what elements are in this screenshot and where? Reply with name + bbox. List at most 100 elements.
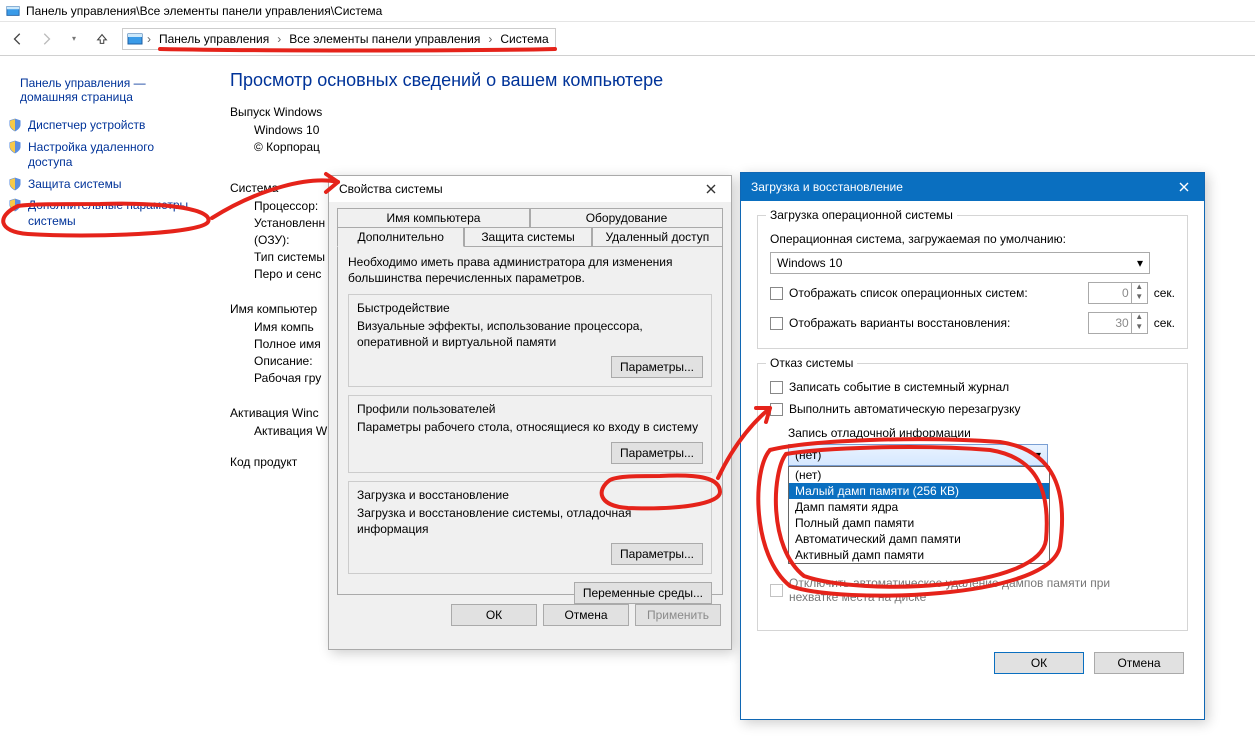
sidebar-home-line1: Панель управления — bbox=[20, 76, 146, 90]
group-title: Быстродействие bbox=[357, 301, 703, 315]
apply-button[interactable]: Применить bbox=[635, 604, 721, 626]
breadcrumb-all-items[interactable]: Все элементы панели управления bbox=[283, 29, 486, 49]
environment-variables-button[interactable]: Переменные среды... bbox=[574, 582, 712, 604]
combo-option-full-dump[interactable]: Полный дамп памяти bbox=[789, 515, 1049, 531]
group-text: Загрузка и восстановление системы, отлад… bbox=[357, 506, 703, 537]
tab-hardware[interactable]: Оборудование bbox=[530, 208, 723, 227]
admin-note: Необходимо иметь права администратора дл… bbox=[348, 255, 712, 286]
group-title: Загрузка операционной системы bbox=[766, 208, 957, 222]
sidebar-home-line2: домашняя страница bbox=[20, 90, 133, 104]
chevron-down-icon: ▾ bbox=[1029, 448, 1047, 462]
control-panel-home-link[interactable]: Панель управления — домашняя страница bbox=[20, 76, 207, 104]
chevron-right-icon: › bbox=[275, 32, 283, 46]
dialog-titlebar[interactable]: Загрузка и восстановление bbox=[741, 173, 1204, 201]
shield-icon bbox=[8, 177, 22, 191]
debug-info-value: (нет) bbox=[795, 448, 821, 462]
sidebar-item-label: Защита системы bbox=[28, 177, 121, 193]
group-title: Профили пользователей bbox=[357, 402, 703, 416]
performance-settings-button[interactable]: Параметры... bbox=[611, 356, 703, 378]
system-startup-group: Загрузка операционной системы Операционн… bbox=[757, 215, 1188, 349]
nav-up-button[interactable] bbox=[90, 27, 114, 51]
debug-info-combobox[interactable]: (нет) ▾ (нет) Малый дамп памяти (256 КВ)… bbox=[788, 444, 1048, 466]
cancel-button[interactable]: Отмена bbox=[1094, 652, 1184, 674]
dialog-close-button[interactable] bbox=[691, 176, 731, 202]
dialog-title-text: Загрузка и восстановление bbox=[751, 180, 903, 194]
dialog-title-text: Свойства системы bbox=[339, 182, 443, 196]
nav-recent-button[interactable]: ▾ bbox=[62, 27, 86, 51]
user-profiles-group: Профили пользователей Параметры рабочего… bbox=[348, 395, 712, 473]
combo-option-kernel-dump[interactable]: Дамп памяти ядра bbox=[789, 499, 1049, 515]
combo-option-active-dump[interactable]: Активный дамп памяти bbox=[789, 547, 1049, 563]
address-bar: ▾ › Панель управления › Все элементы пан… bbox=[0, 22, 1255, 56]
breadcrumb: › Панель управления › Все элементы панел… bbox=[122, 28, 556, 50]
seconds-unit: сек. bbox=[1154, 316, 1175, 330]
control-panel-icon bbox=[6, 4, 20, 18]
ok-button[interactable]: ОК bbox=[994, 652, 1084, 674]
ok-button[interactable]: ОК bbox=[451, 604, 537, 626]
windows-copyright: © Корпорац bbox=[254, 140, 1235, 154]
spinner-buttons[interactable]: ▲▼ bbox=[1132, 312, 1148, 334]
display-recovery-options-checkbox[interactable] bbox=[770, 317, 783, 330]
tab-content: Необходимо иметь права администратора дл… bbox=[337, 246, 723, 595]
default-os-value: Windows 10 bbox=[777, 256, 842, 270]
nav-back-button[interactable] bbox=[6, 27, 30, 51]
shield-icon bbox=[8, 198, 22, 212]
startup-recovery-group: Загрузка и восстановление Загрузка и вос… bbox=[348, 481, 712, 574]
user-profiles-settings-button[interactable]: Параметры... bbox=[611, 442, 703, 464]
display-os-list-label: Отображать список операционных систем: bbox=[789, 286, 1028, 300]
group-text: Параметры рабочего стола, относящиеся ко… bbox=[357, 420, 703, 436]
startup-recovery-settings-button[interactable]: Параметры... bbox=[611, 543, 703, 565]
seconds-unit: сек. bbox=[1154, 286, 1175, 300]
dialog-titlebar[interactable]: Свойства системы bbox=[329, 176, 731, 202]
window-titlebar: Панель управления\Все элементы панели уп… bbox=[0, 0, 1255, 22]
nav-forward-button[interactable] bbox=[34, 27, 58, 51]
performance-group: Быстродействие Визуальные эффекты, испол… bbox=[348, 294, 712, 387]
shield-icon bbox=[8, 118, 22, 132]
tab-system-protection[interactable]: Защита системы bbox=[464, 227, 591, 246]
disable-auto-delete-dumps-checkbox[interactable] bbox=[770, 584, 783, 597]
group-title: Загрузка и восстановление bbox=[357, 488, 703, 502]
sidebar: Панель управления — домашняя страница Ди… bbox=[0, 56, 215, 236]
default-os-select[interactable]: Windows 10 ▾ bbox=[770, 252, 1150, 274]
breadcrumb-system[interactable]: Система bbox=[494, 29, 554, 49]
debug-info-dropdown-list: (нет) Малый дамп памяти (256 КВ) Дамп па… bbox=[788, 466, 1050, 564]
sidebar-system-protection[interactable]: Защита системы bbox=[8, 177, 207, 193]
write-event-log-checkbox[interactable] bbox=[770, 381, 783, 394]
spinner-buttons[interactable]: ▲▼ bbox=[1132, 282, 1148, 304]
section-windows-edition: Выпуск Windows bbox=[230, 105, 1235, 119]
chevron-right-icon[interactable]: › bbox=[145, 32, 153, 46]
tab-advanced[interactable]: Дополнительно bbox=[337, 227, 464, 247]
sidebar-item-label: Диспетчер устройств bbox=[28, 118, 145, 134]
chevron-right-icon: › bbox=[486, 32, 494, 46]
combo-option-none[interactable]: (нет) bbox=[789, 467, 1049, 483]
window-title-text: Панель управления\Все элементы панели уп… bbox=[26, 4, 382, 18]
recovery-seconds-input[interactable] bbox=[1088, 312, 1132, 334]
os-list-seconds-input[interactable] bbox=[1088, 282, 1132, 304]
default-os-label: Операционная система, загружаемая по умо… bbox=[770, 232, 1175, 246]
cancel-button[interactable]: Отмена bbox=[543, 604, 629, 626]
combo-option-auto-dump[interactable]: Автоматический дамп памяти bbox=[789, 531, 1049, 547]
page-title: Просмотр основных сведений о вашем компь… bbox=[230, 70, 1235, 91]
sidebar-device-manager[interactable]: Диспетчер устройств bbox=[8, 118, 207, 134]
combo-option-small-dump[interactable]: Малый дамп памяти (256 КВ) bbox=[789, 483, 1049, 499]
sidebar-advanced-system-settings[interactable]: Дополнительные параметрысистемы bbox=[8, 198, 207, 229]
group-text: Визуальные эффекты, использование процес… bbox=[357, 319, 703, 350]
auto-restart-checkbox[interactable] bbox=[770, 403, 783, 416]
tab-remote-access[interactable]: Удаленный доступ bbox=[592, 227, 723, 246]
display-os-list-checkbox[interactable] bbox=[770, 287, 783, 300]
group-title: Отказ системы bbox=[766, 356, 857, 370]
system-failure-group: Отказ системы Записать событие в системн… bbox=[757, 363, 1188, 631]
windows-edition: Windows 10 bbox=[254, 123, 1235, 137]
debug-info-label: Запись отладочной информации bbox=[788, 426, 1175, 440]
breadcrumb-control-panel[interactable]: Панель управления bbox=[153, 29, 275, 49]
write-event-log-label: Записать событие в системный журнал bbox=[789, 380, 1009, 394]
sidebar-remote-settings[interactable]: Настройка удаленногодоступа bbox=[8, 140, 207, 171]
sidebar-item-label: Настройка удаленногодоступа bbox=[28, 140, 154, 171]
dialog-button-row: ОК Отмена bbox=[741, 641, 1204, 685]
chevron-down-icon: ▾ bbox=[1131, 256, 1149, 270]
auto-restart-label: Выполнить автоматическую перезагрузку bbox=[789, 402, 1021, 416]
system-properties-dialog: Свойства системы Имя компьютера Оборудов… bbox=[328, 175, 732, 650]
tab-computer-name[interactable]: Имя компьютера bbox=[337, 208, 530, 227]
control-panel-icon bbox=[125, 31, 145, 47]
dialog-close-button[interactable] bbox=[1164, 174, 1204, 200]
